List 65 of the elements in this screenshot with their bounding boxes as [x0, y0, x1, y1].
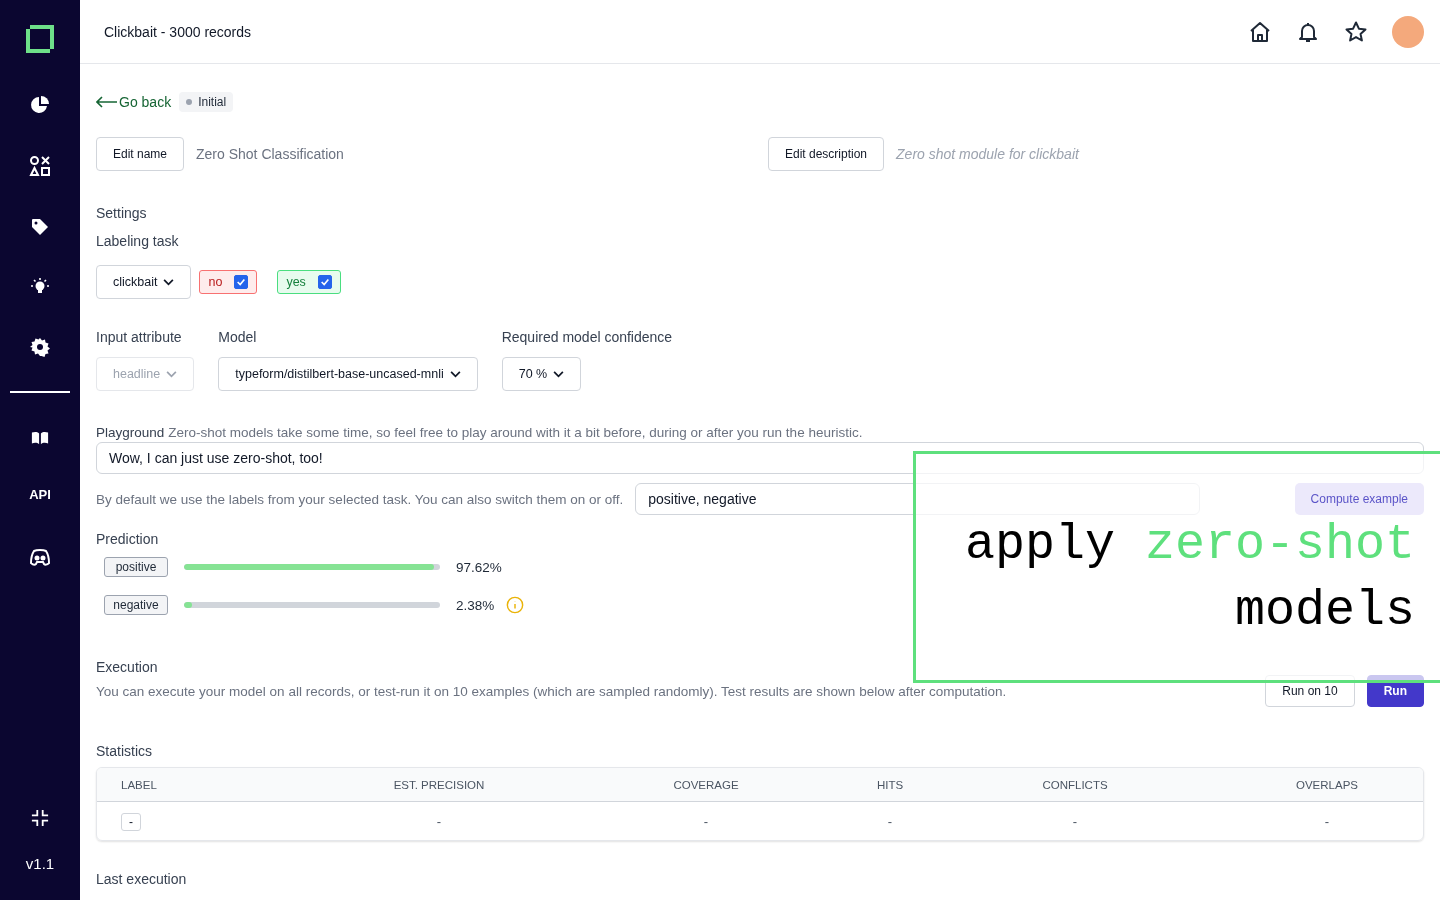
field-label: Playground — [96, 425, 165, 440]
page-title: Clickbait - 3000 records — [104, 23, 252, 40]
field-label: Model — [218, 329, 257, 345]
table-cell-text: - — [435, 813, 443, 829]
pie-chart-icon[interactable] — [30, 95, 50, 115]
section-heading: Last execution — [96, 871, 188, 887]
banner-text: zero-shot — [1144, 515, 1415, 575]
api-link[interactable]: API — [29, 487, 51, 502]
chevron-down-icon — [553, 370, 565, 378]
label-chip[interactable]: no — [199, 270, 258, 294]
book-icon[interactable] — [31, 429, 49, 447]
chevron-down-icon — [166, 370, 178, 378]
hint-text: By default we use the labels from your selected task. You can also switch them on or off. — [96, 491, 624, 507]
gamepad-icon[interactable] — [29, 548, 51, 568]
model-dropdown[interactable]: typeform/distilbert-base-uncased-mnli — [218, 357, 478, 391]
edit-name-button[interactable]: Edit name — [96, 137, 185, 171]
checkbox[interactable] — [234, 275, 249, 289]
section-heading: Execution — [96, 659, 159, 675]
field-label: Required model confidence — [501, 329, 673, 345]
table-cell-text: - — [886, 813, 894, 829]
column-header: EST. PRECISION — [392, 778, 486, 791]
chevron-down-icon — [163, 278, 175, 286]
label-tag: - — [121, 812, 141, 831]
percentage: 97.62% — [456, 559, 502, 575]
table-cell-text: - — [1071, 813, 1079, 829]
table-cell-text: - — [702, 813, 710, 829]
column-header: COVERAGE — [672, 778, 740, 791]
hint-text: Zero-shot models take some time, so feel free to play around with it a bit before, during or after you run the heuristic. — [168, 425, 863, 440]
section-heading: Settings — [96, 205, 148, 221]
column-header: LABEL — [120, 778, 158, 791]
logo-icon — [24, 23, 56, 55]
percentage: 2.38% — [456, 597, 495, 613]
checkbox[interactable] — [317, 275, 332, 289]
banner-text: models — [1234, 581, 1415, 641]
label-tag: positive — [104, 557, 168, 577]
check-icon — [236, 277, 247, 287]
collapse-icon[interactable] — [31, 809, 49, 827]
edit-description-button[interactable]: Edit description — [768, 137, 885, 171]
banner-text: apply — [964, 515, 1115, 575]
field-label: Input attribute — [96, 329, 182, 345]
field-label: Labeling task — [96, 233, 180, 249]
label-tag: negative — [104, 595, 168, 615]
settings-icon[interactable] — [30, 337, 50, 357]
tag-icon[interactable] — [30, 217, 50, 237]
execution-description: You can execute your model on all records, or test-run it on 10 examples (which are sampled randomly). Test results are shown below after computation. — [96, 684, 1007, 701]
column-header: HITS — [875, 778, 905, 791]
version-label: v1.1 — [25, 855, 55, 872]
task-dropdown[interactable]: clickbait — [96, 265, 192, 299]
section-heading: Prediction — [96, 531, 160, 547]
section-heading: Statistics — [96, 743, 153, 759]
shapes-icon[interactable] — [29, 155, 51, 177]
column-header: CONFLICTS — [1041, 778, 1109, 791]
heuristic-name: Zero Shot Classification — [196, 146, 344, 162]
home-icon[interactable] — [1248, 19, 1272, 44]
go-back-link[interactable]: Go back — [96, 94, 172, 110]
label-chip[interactable]: yes — [277, 270, 341, 294]
arrow-left-icon — [96, 96, 118, 108]
star-icon[interactable] — [1344, 19, 1368, 44]
chevron-down-icon — [449, 370, 461, 378]
column-header: OVERLAPS — [1295, 778, 1359, 791]
confidence-dropdown[interactable]: 70 % — [501, 357, 582, 391]
heuristic-description: Zero shot module for clickbait — [896, 146, 1079, 162]
table-cell-text: - — [1323, 813, 1331, 829]
check-icon — [319, 277, 330, 287]
status-badge: Initial — [179, 92, 234, 112]
